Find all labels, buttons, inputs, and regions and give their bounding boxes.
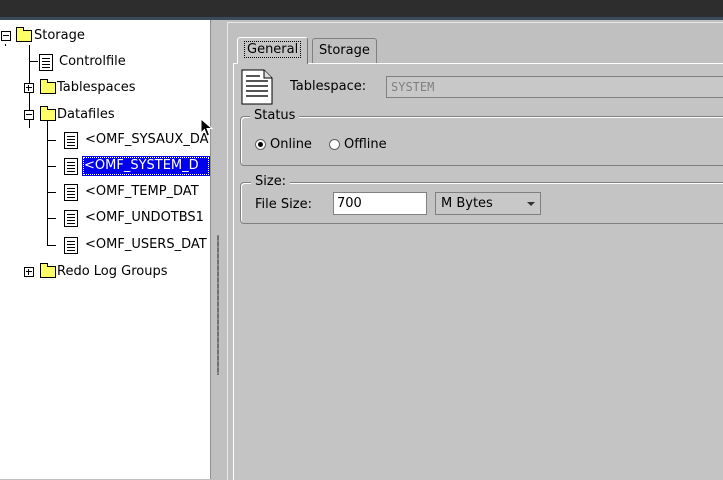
- folder-icon: [40, 106, 56, 121]
- collapse-icon[interactable]: [1, 31, 11, 41]
- offline-label[interactable]: Offline: [344, 137, 387, 152]
- size-unit-value: M Bytes: [441, 196, 493, 211]
- tree-line: [48, 245, 56, 246]
- tree-node-label: Datafiles: [57, 107, 115, 122]
- tree-line: [48, 192, 56, 193]
- controlfile-icon: [39, 54, 53, 71]
- pane-splitter[interactable]: [211, 20, 227, 479]
- online-label[interactable]: Online: [270, 137, 312, 152]
- chevron-down-icon[interactable]: [527, 202, 535, 206]
- tree-node-label: <OMF_USERS_DAT: [85, 237, 207, 252]
- datafile-icon: [64, 210, 78, 227]
- status-group: [240, 116, 723, 166]
- tab-label: Storage: [319, 43, 370, 58]
- expand-icon[interactable]: [24, 83, 34, 93]
- status-group-title: Status: [250, 108, 300, 123]
- tree-node-label: Tablespaces: [57, 80, 136, 95]
- collapse-icon[interactable]: [24, 110, 34, 120]
- tree-node-label: <OMF_SYSAUX_DA: [85, 132, 209, 147]
- offline-radio[interactable]: [329, 139, 340, 150]
- tablespace-label: Tablespace:: [290, 79, 367, 94]
- tree-node-label: <OMF_UNDOTBS1: [85, 210, 204, 225]
- tree-line: [47, 120, 48, 246]
- size-unit-select[interactable]: M Bytes: [435, 192, 541, 215]
- tree-line: [48, 218, 56, 219]
- tree-line: [48, 140, 56, 141]
- tree-node-label: Storage: [34, 28, 85, 43]
- folder-icon: [40, 263, 56, 278]
- file-size-input[interactable]: 700: [333, 192, 427, 215]
- online-radio[interactable]: [255, 139, 266, 150]
- expand-icon[interactable]: [24, 267, 34, 277]
- splitter-grip[interactable]: [217, 235, 219, 375]
- tree-node-label: <OMF_TEMP_DAT: [85, 184, 199, 199]
- datafile-icon: [64, 237, 78, 254]
- tree-node-label: <OMF_SYSTEM_D: [82, 156, 210, 176]
- tablespace-field[interactable]: SYSTEM: [386, 76, 723, 98]
- datafile-icon: [64, 184, 78, 201]
- tree-node-label: Redo Log Groups: [57, 264, 168, 279]
- file-size-label: File Size:: [255, 197, 312, 212]
- tree-line: [48, 166, 56, 167]
- tab-label: General: [244, 41, 302, 58]
- tree-line: [30, 61, 38, 62]
- datafile-icon: [64, 158, 78, 175]
- tab-general[interactable]: General: [237, 37, 309, 64]
- tree-line: [5, 44, 6, 46]
- size-group-title: Size:: [251, 174, 291, 189]
- datafile-icon: [64, 132, 78, 149]
- tree-node-label: Controlfile: [59, 54, 126, 69]
- folder-icon: [16, 27, 32, 42]
- folder-icon: [40, 79, 56, 94]
- storage-tree[interactable]: Storage Controlfile Tablespaces Datafile…: [0, 20, 211, 479]
- tablespace-icon: [241, 69, 273, 105]
- tab-storage[interactable]: Storage: [312, 38, 377, 63]
- mouse-pointer-icon: [200, 118, 214, 137]
